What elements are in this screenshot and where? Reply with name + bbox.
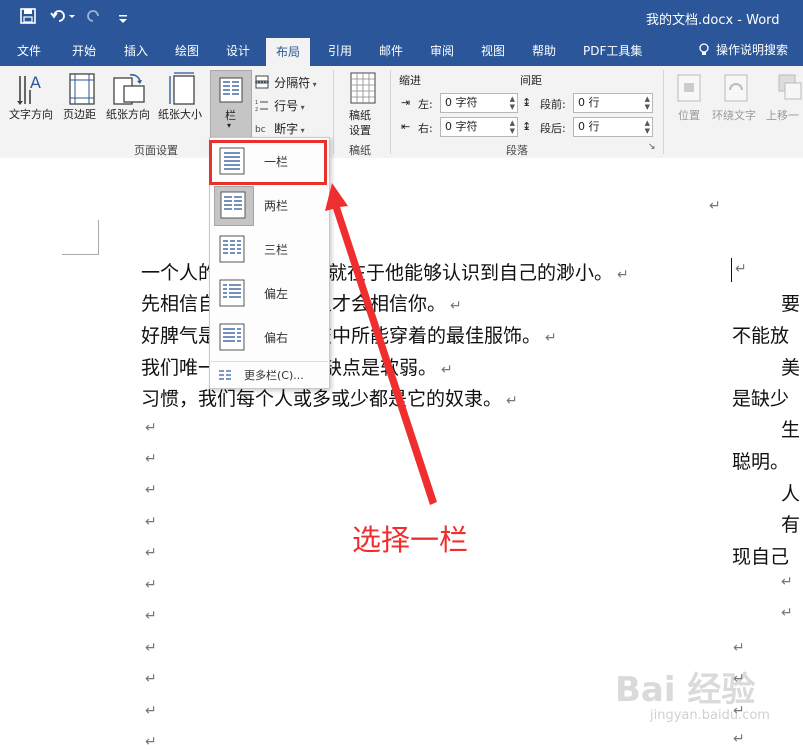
annotation-arrow-icon [325, 183, 437, 505]
watermark-url: jingyan.baidu.com [650, 708, 770, 723]
watermark-logo: Bai 经验 [615, 670, 756, 710]
annotation-caption: 选择一栏 [352, 523, 469, 557]
